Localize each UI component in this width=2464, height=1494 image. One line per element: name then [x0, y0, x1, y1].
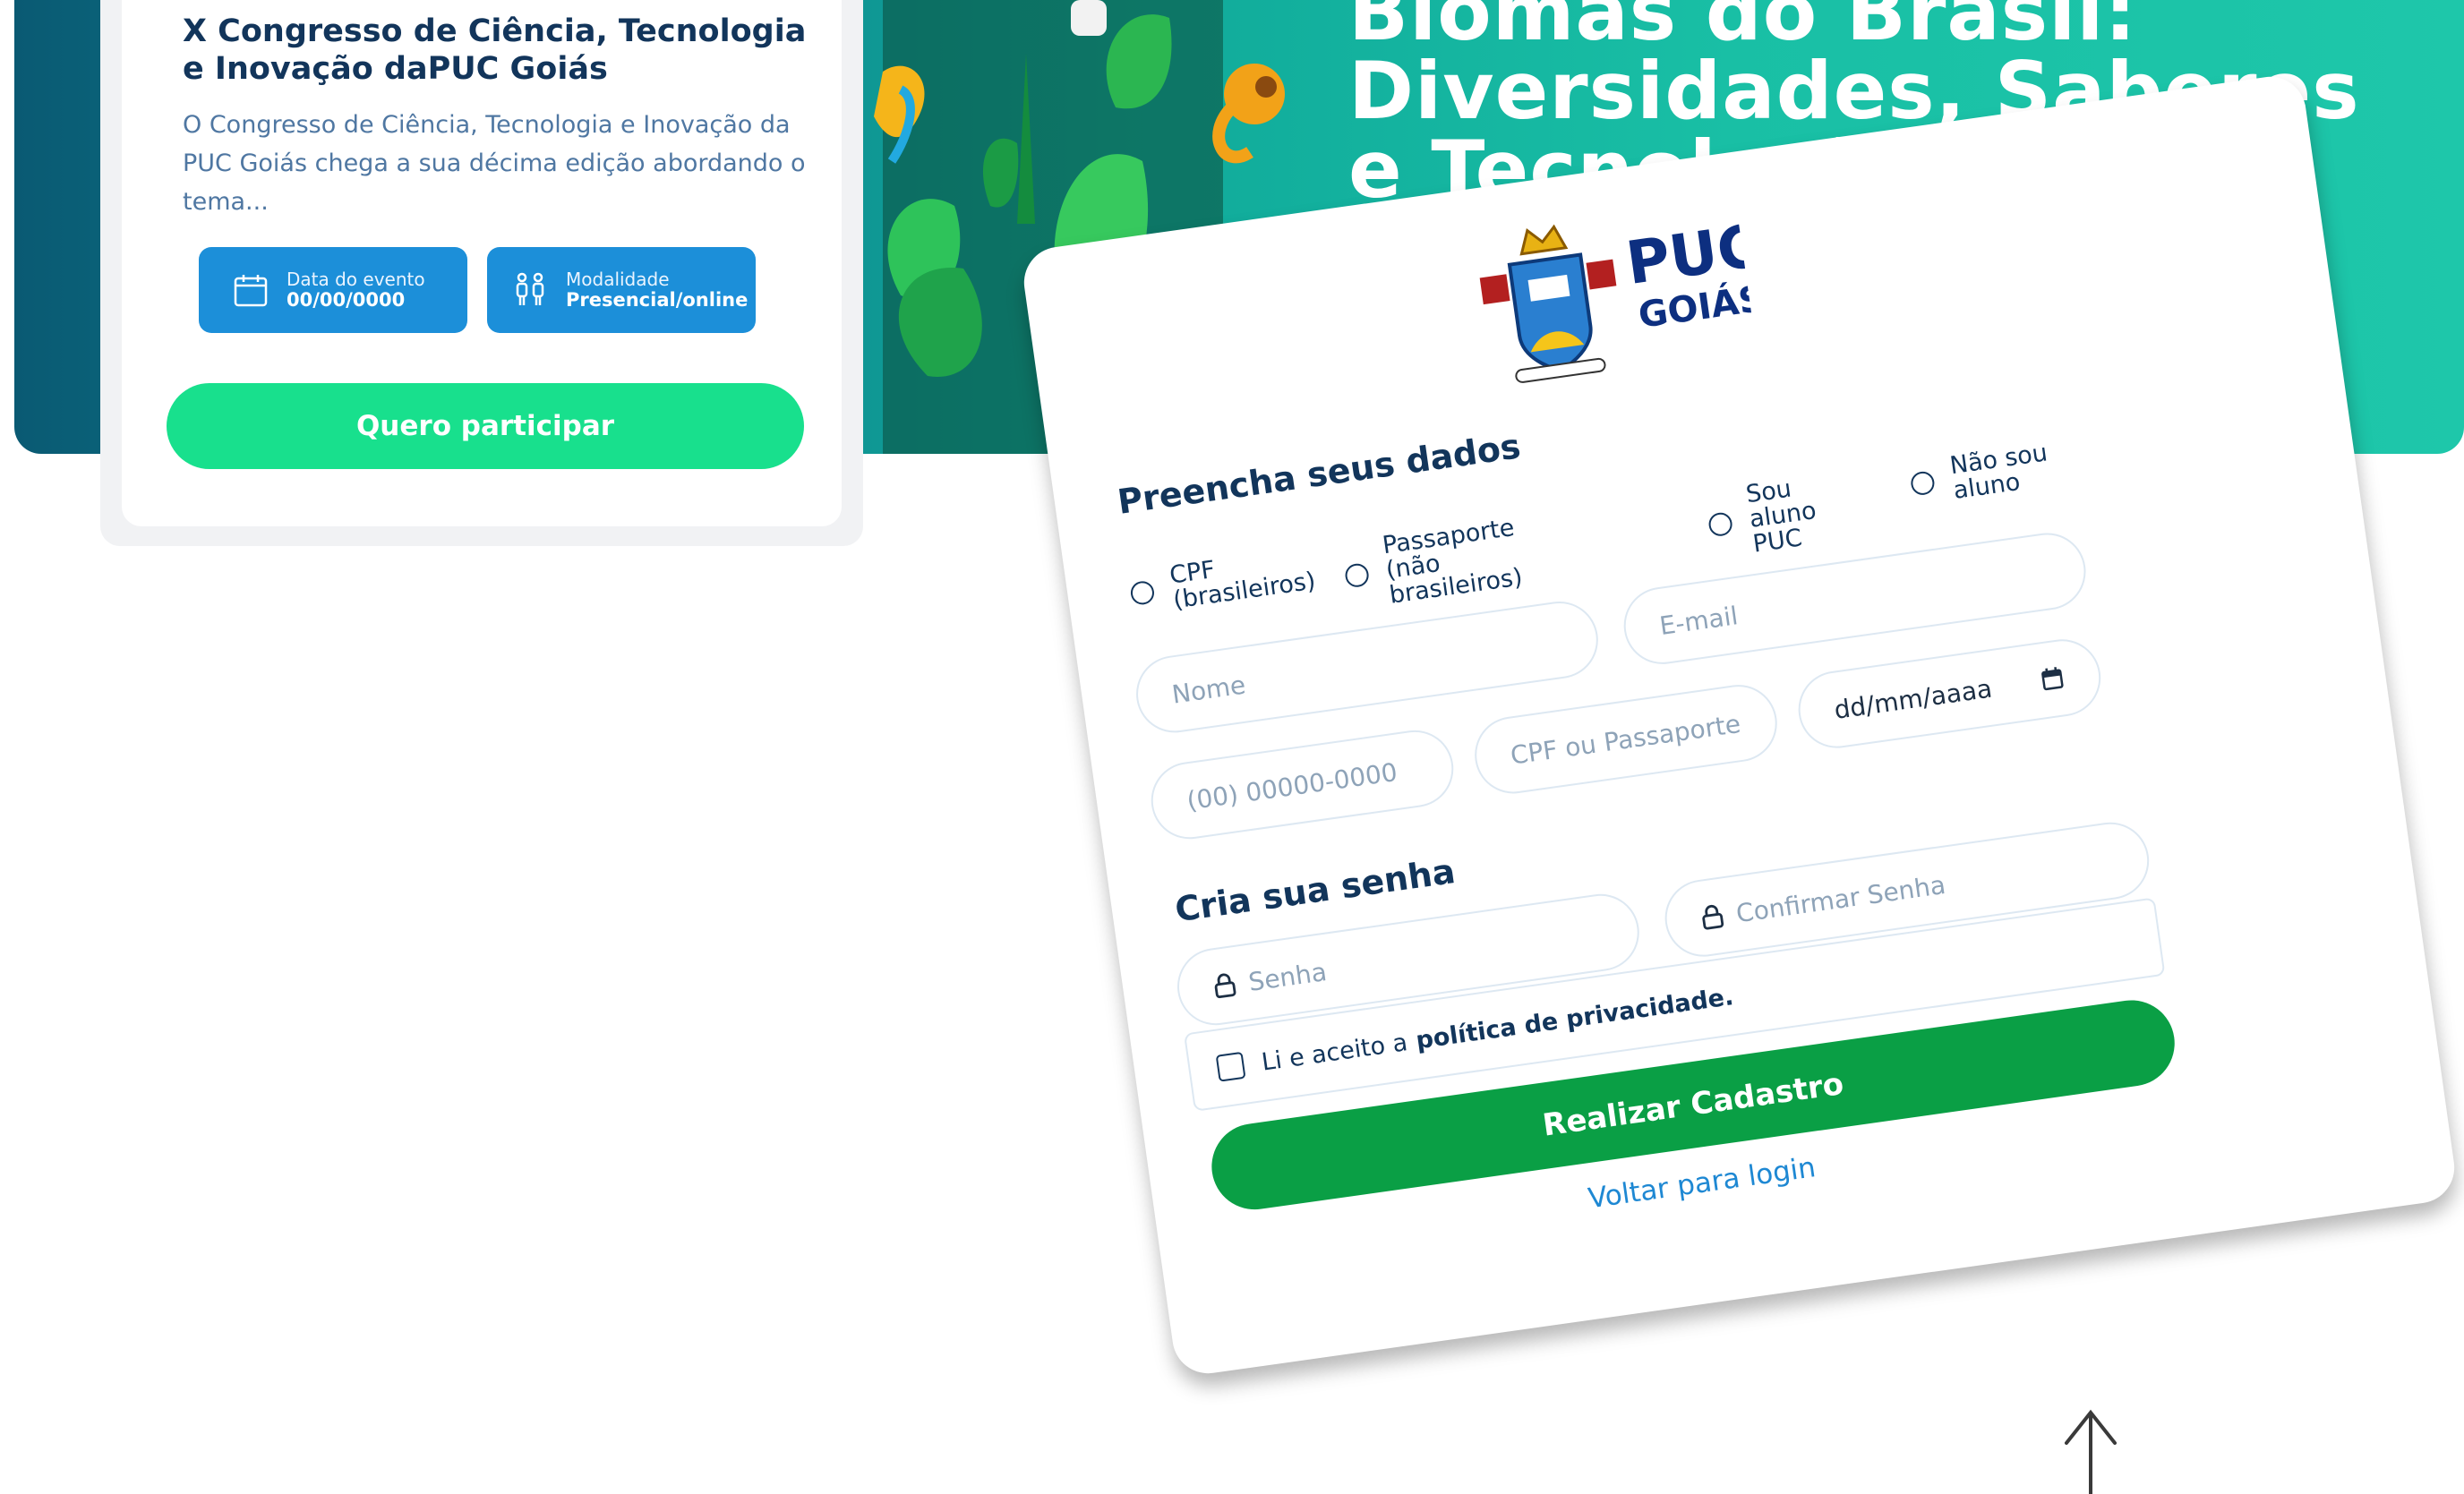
radio-puc-student[interactable]: Sou aluno PUC — [1704, 466, 1874, 563]
phone-input[interactable]: (00) 00000-0000 — [1146, 725, 1459, 844]
document-placeholder: CPF ou Passaporte — [1508, 708, 1742, 771]
section-heading-data: Preencha seus dados — [1115, 426, 1523, 522]
event-date-value: 00/00/0000 — [287, 289, 406, 311]
radio-not-student[interactable]: Não sou aluno — [1908, 439, 2057, 510]
radio-cpf[interactable]: CPF (brasileiros) — [1127, 549, 1317, 619]
birthdate-value: dd/mm/aaaa — [1832, 673, 1994, 725]
name-placeholder: Nome — [1169, 669, 1248, 710]
privacy-checkbox[interactable] — [1215, 1051, 1246, 1082]
lock-icon — [1702, 904, 1724, 930]
event-title: X Congresso de Ciência, Tecnologia e Ino… — [183, 13, 807, 87]
arrow-up-icon — [2065, 1409, 2117, 1494]
calendar-picker-icon[interactable] — [2040, 665, 2064, 691]
calendar-icon — [234, 275, 268, 307]
radio-passport[interactable]: Passaporte (não brasileiros) — [1340, 510, 1563, 615]
section-heading-password: Cria sua senha — [1172, 851, 1458, 930]
event-mode-value: Presencial/online — [566, 289, 749, 311]
event-card: X Congresso de Ciência, Tecnologia e Ino… — [122, 0, 842, 526]
password-placeholder: Senha — [1246, 956, 1329, 997]
event-description: O Congresso de Ciência, Tecnologia e Ino… — [183, 111, 806, 216]
privacy-policy-link[interactable]: política de privacidade. — [1414, 983, 1734, 1054]
email-placeholder: E-mail — [1657, 600, 1740, 641]
lock-icon — [1214, 973, 1236, 999]
document-input[interactable]: CPF ou Passaporte — [1469, 679, 1783, 799]
radio-circle[interactable] — [1909, 470, 1937, 497]
registration-form-card: PUC GOIÁS Preencha seus dados CPF (brasi… — [1019, 72, 2460, 1379]
event-date-badge: Data do evento 00/00/0000 — [199, 247, 467, 333]
event-mode-label: Modalidade — [566, 269, 670, 290]
participate-button[interactable]: Quero participar — [167, 383, 804, 469]
radio-label: Passaporte (não brasileiros) — [1381, 513, 1525, 610]
phone-placeholder: (00) 00000-0000 — [1185, 756, 1399, 815]
privacy-text: Li e aceito a — [1260, 1028, 1409, 1077]
radio-label: Sou aluno PUC — [1744, 474, 1818, 559]
birthdate-input[interactable]: dd/mm/aaaa — [1793, 634, 2106, 754]
radio-circle[interactable] — [1129, 579, 1156, 607]
radio-circle[interactable] — [1343, 562, 1371, 589]
puc-goias-logo: PUC GOIÁS — [1479, 211, 1758, 383]
radio-label: Não sou aluno — [1947, 439, 2049, 505]
people-icon — [516, 272, 544, 305]
event-date-label: Data do evento — [287, 269, 425, 290]
radio-circle[interactable] — [1707, 511, 1734, 538]
radio-label: CPF (brasileiros) — [1168, 555, 1318, 615]
event-mode-badge: Modalidade Presencial/online — [487, 247, 756, 333]
confirm-password-placeholder: Confirmar Senha — [1733, 869, 1947, 928]
